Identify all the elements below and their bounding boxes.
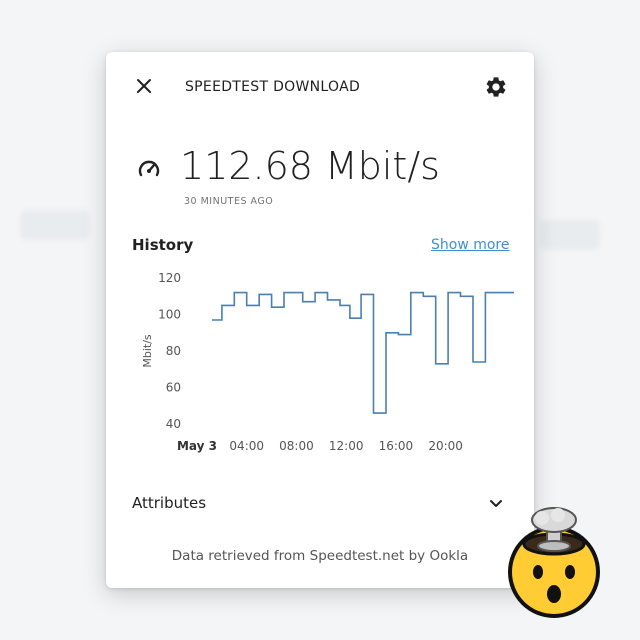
show-more-link[interactable]: Show more [431, 237, 510, 253]
background-block [540, 220, 600, 250]
attributes-expander[interactable]: Attributes [106, 488, 534, 518]
x-tick-label: 20:00 [428, 439, 463, 453]
close-button[interactable] [132, 74, 156, 98]
history-chart: 40 60 80 100 120 Mbit/s May 3 04:00 08:00 12:00 16… [141, 271, 514, 453]
attributes-label: Attributes [132, 494, 207, 512]
speedtest-dialog: SPEEDTEST DOWNLOAD 112.68 Mbit/s 30 MINUT… [106, 52, 534, 588]
x-tick-label: 08:00 [279, 439, 314, 453]
x-tick-label: 12:00 [329, 439, 364, 453]
footer-attribution: Data retrieved from Speedtest.net by Ook… [171, 548, 469, 564]
gear-icon [486, 77, 506, 97]
settings-button[interactable] [483, 74, 509, 100]
speed-number: 112.68 [180, 144, 313, 188]
speed-unit: Mbit/s [324, 144, 440, 188]
exploding-head-emoji [508, 507, 600, 618]
close-icon [137, 79, 151, 93]
y-tick-label: 80 [166, 344, 181, 358]
dialog-title: SPEEDTEST DOWNLOAD [185, 79, 361, 95]
x-tick-label: May 3 [177, 439, 217, 453]
y-tick-label: 120 [158, 271, 181, 285]
last-updated: 30 MINUTES AGO [184, 196, 274, 207]
y-tick-label: 100 [158, 308, 181, 322]
series-line [211, 291, 514, 414]
speed-value: 112.68 Mbit/s [180, 144, 440, 188]
history-heading: History [132, 236, 194, 254]
y-axis-label: Mbit/s [141, 334, 154, 368]
y-tick-label: 40 [166, 417, 181, 431]
y-tick-label: 60 [166, 381, 181, 395]
x-tick-label: 04:00 [229, 439, 264, 453]
x-tick-label: 16:00 [379, 439, 414, 453]
background-block [20, 210, 90, 240]
speedometer-icon [138, 160, 160, 177]
